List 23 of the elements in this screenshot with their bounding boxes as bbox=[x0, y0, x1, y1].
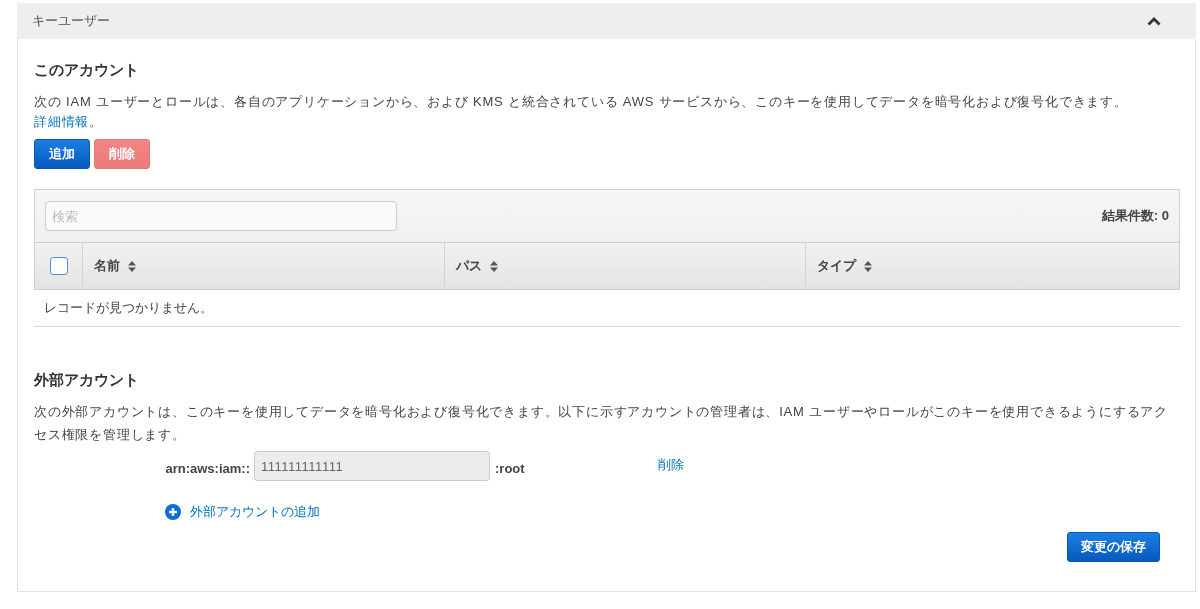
column-header[interactable]: タイプ bbox=[805, 243, 1179, 289]
description-text: 次の外部アカウントは、このキーを使用してデータを暗号化および復号化できます。以下に示すアカウントの管理者は、IAM ユーザーやロールがこのキーを使用できるようにするアクセス権限を管理します。 bbox=[34, 403, 1169, 444]
empty-message: レコードが見つかりません。 bbox=[44, 299, 213, 317]
arn-suffix: :root bbox=[495, 460, 525, 476]
section-heading: 外部アカウント bbox=[34, 370, 139, 390]
plus-circle-icon bbox=[165, 504, 181, 520]
add-external-account-link[interactable]: 外部アカウントの追加 bbox=[165, 502, 320, 522]
description-text: 次の IAM ユーザーとロールは、各自のアプリケーションから、および KMS と統合されている AWS サービスから、このキーを使用してデータを暗号化および復号化できます。 詳細情報。 bbox=[34, 93, 1129, 131]
result-count: 結果件数: 0 bbox=[1101, 207, 1169, 225]
add-button[interactable]: 追加 bbox=[34, 139, 90, 169]
sort-icon bbox=[490, 260, 499, 272]
search-field[interactable]: 検索 bbox=[45, 201, 397, 231]
save-button[interactable]: 変更の保存 bbox=[1067, 532, 1160, 562]
arn-prefix: arn:aws:iam:: bbox=[165, 460, 250, 476]
chevron-up-icon[interactable] bbox=[1147, 16, 1161, 26]
select-all-checkbox[interactable] bbox=[49, 257, 68, 275]
column-header[interactable]: パス bbox=[444, 243, 806, 289]
learn-more-link[interactable]: 詳細情報 bbox=[34, 114, 90, 129]
sort-icon bbox=[128, 260, 136, 272]
section-heading: このアカウント bbox=[34, 60, 139, 80]
panel-title: キーユーザー bbox=[32, 12, 110, 30]
sort-icon bbox=[864, 260, 873, 272]
column-header[interactable]: 名前 bbox=[82, 243, 445, 289]
